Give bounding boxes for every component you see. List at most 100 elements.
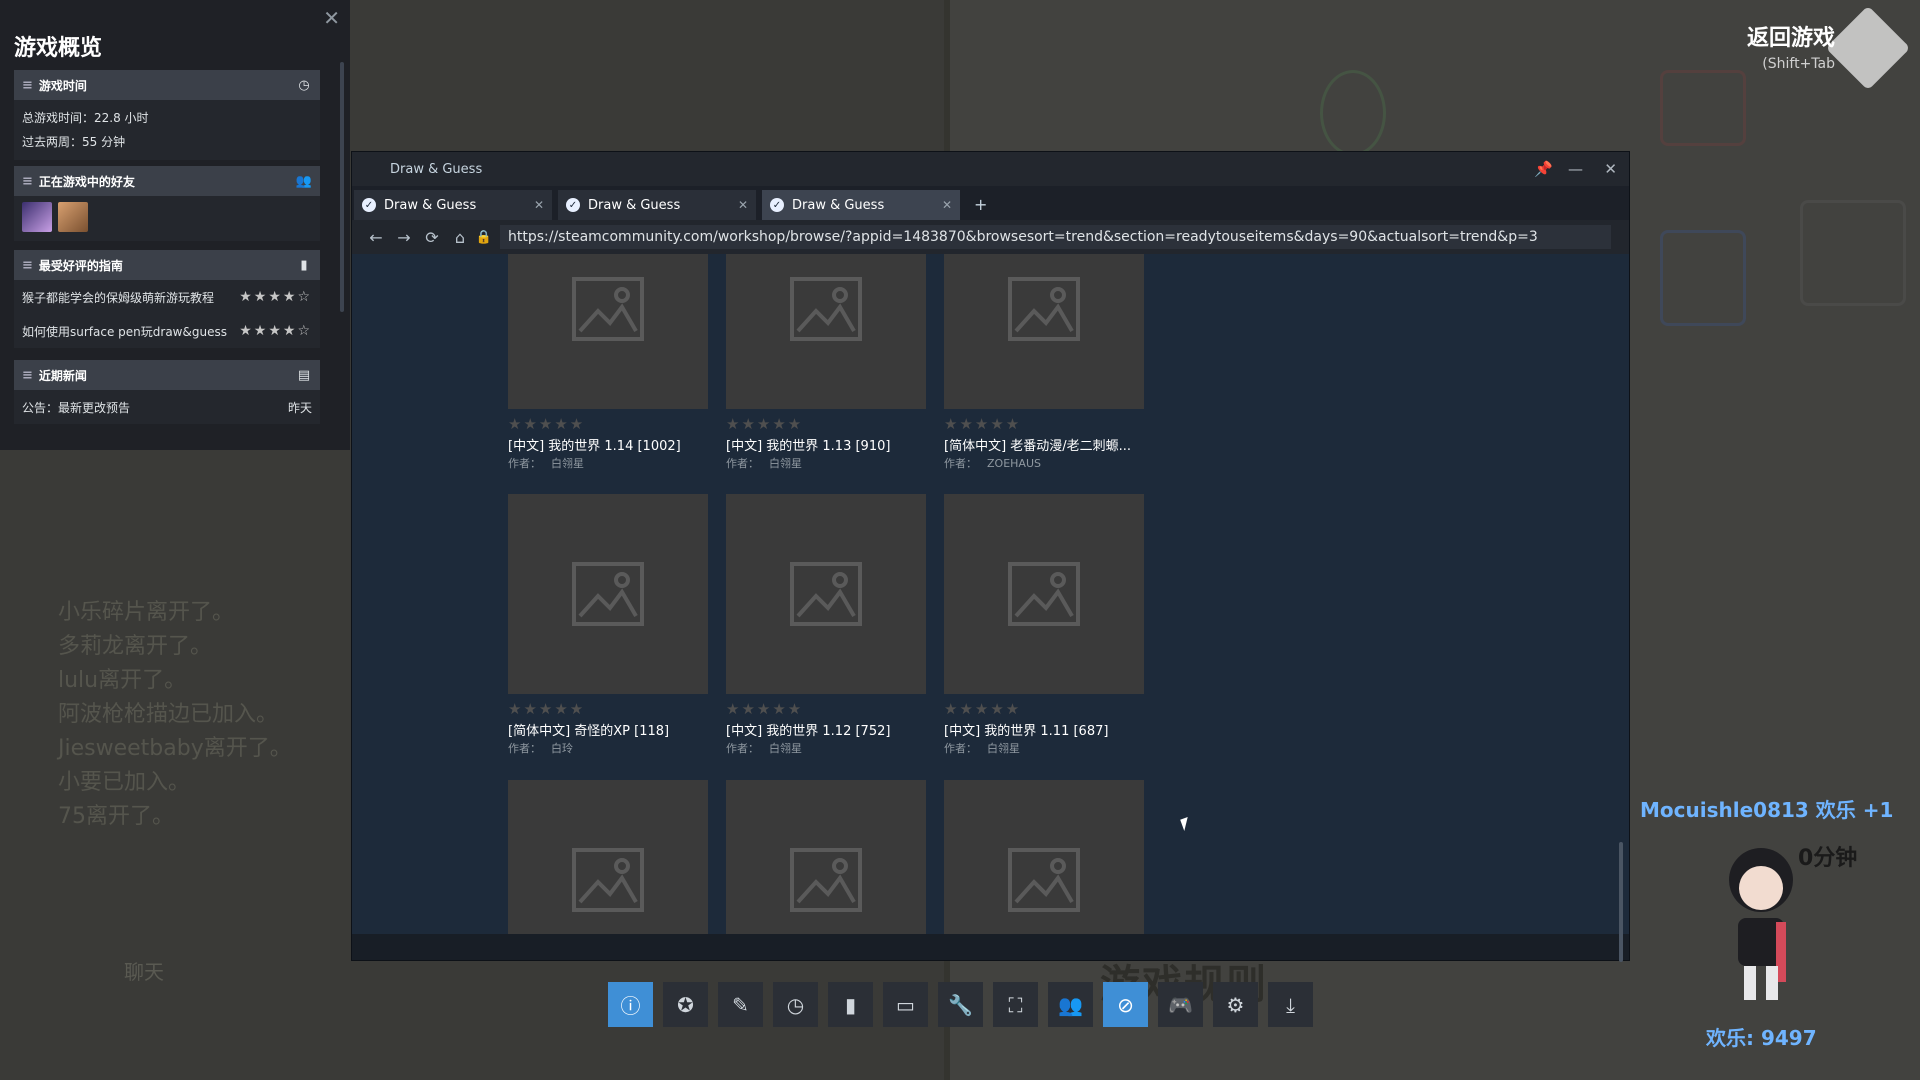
- window-title: Draw & Guess: [390, 161, 483, 177]
- item-author[interactable]: 作者： 白翎星: [726, 740, 926, 756]
- item-title[interactable]: [中文] 我的世界 1.11 [687]: [944, 720, 1144, 739]
- item-thumbnail[interactable]: [944, 494, 1144, 694]
- avatar[interactable]: [22, 202, 52, 232]
- item-title[interactable]: [中文] 我的世界 1.14 [1002]: [508, 435, 708, 454]
- guide-item[interactable]: 如何使用surface pen玩draw&guess ★★★★☆: [22, 314, 312, 348]
- item-title[interactable]: [简体中文] 老番动漫/老二刺螈...: [944, 435, 1144, 454]
- item-thumbnail[interactable]: [944, 254, 1144, 409]
- clock-icon[interactable]: ◷: [773, 982, 818, 1027]
- guides-header[interactable]: ≡ 最受好评的指南 ▮: [14, 250, 320, 280]
- guides-icon[interactable]: ▮: [828, 982, 873, 1027]
- playtime-header[interactable]: ≡ 游戏时间 ◷: [14, 70, 320, 100]
- item-author[interactable]: 作者： ZOEHAUS: [944, 455, 1144, 471]
- workshop-item[interactable]: ★★★★★ [中文] 我的世界 1.11 [687] 作者： 白翎星: [944, 494, 1144, 756]
- workshop-item[interactable]: ★★★★★ [简体中文] 老番动漫/老二刺螈... 作者： ZOEHAUS: [944, 254, 1144, 471]
- friends-icon: 👥: [295, 173, 313, 189]
- chat-line: 75离开了。: [58, 804, 174, 829]
- tab-close-icon[interactable]: ✕: [738, 198, 748, 212]
- news-header[interactable]: ≡ 近期新闻 ▤: [14, 360, 320, 390]
- content-scrollbar[interactable]: [1619, 842, 1623, 962]
- friends-icon[interactable]: 👥: [1048, 982, 1093, 1027]
- item-title[interactable]: [中文] 我的世界 1.13 [910]: [726, 435, 926, 454]
- back-icon[interactable]: ←: [362, 228, 390, 247]
- item-title[interactable]: [简体中文] 奇怪的XP [118]: [508, 720, 708, 739]
- chat-log: 小乐碎片离开了。 多莉龙离开了。 lulu离开了。 阿波枪枪描边已加入。 Jie…: [58, 596, 358, 834]
- workshop-item[interactable]: [508, 780, 708, 934]
- item-rating: ★★★★★: [508, 700, 586, 718]
- wrench-icon[interactable]: 🔧: [938, 982, 983, 1027]
- download-icon[interactable]: ⤓: [1268, 982, 1313, 1027]
- avatar[interactable]: [58, 202, 88, 232]
- browser-titlebar[interactable]: Draw & Guess 📌 — ✕: [352, 152, 1629, 186]
- guide-stars: ★★★★☆: [239, 323, 312, 339]
- tab-close-icon[interactable]: ✕: [942, 198, 952, 212]
- controller-icon[interactable]: 🎮: [1158, 982, 1203, 1027]
- tab-3[interactable]: ✓ Draw & Guess ✕: [762, 190, 960, 220]
- news-title: 公告：最新更改预告: [22, 400, 131, 415]
- item-thumbnail[interactable]: [508, 254, 708, 409]
- image-placeholder-icon: [1008, 848, 1080, 912]
- item-thumbnail[interactable]: [726, 494, 926, 694]
- lock-icon: 🔒: [475, 229, 493, 245]
- home-icon[interactable]: ⌂: [446, 228, 474, 247]
- workshop-item[interactable]: ★★★★★ [中文] 我的世界 1.12 [752] 作者： 白翎星: [726, 494, 926, 756]
- tab-2[interactable]: ✓ Draw & Guess ✕: [558, 190, 756, 220]
- item-thumbnail[interactable]: [726, 254, 926, 409]
- close-icon[interactable]: ✕: [1604, 160, 1617, 178]
- friends-header[interactable]: ≡ 正在游戏中的好友 👥: [14, 166, 320, 196]
- image-placeholder-icon: [790, 562, 862, 626]
- return-game-button[interactable]: 返回游戏 (Shift+Tab: [1747, 20, 1835, 72]
- workshop-content: ★★★★★ [中文] 我的世界 1.14 [1002] 作者： 白翎星 ★★★★★…: [352, 254, 1629, 934]
- item-author[interactable]: 作者： 白翎星: [726, 455, 926, 471]
- image-placeholder-icon: [572, 277, 644, 341]
- workshop-item[interactable]: [726, 780, 926, 934]
- return-game-label: 返回游戏: [1746, 26, 1835, 51]
- tab-label: Draw & Guess: [588, 197, 681, 213]
- clock-icon: ◷: [298, 77, 310, 93]
- screenshot-icon[interactable]: ⛶: [993, 982, 1038, 1027]
- info-icon[interactable]: ⓘ: [608, 982, 653, 1027]
- chat-icon[interactable]: ▭: [883, 982, 928, 1027]
- tab-bar: ✓ Draw & Guess ✕ ✓ Draw & Guess ✕ ✓ Draw…: [352, 186, 1629, 220]
- item-thumbnail[interactable]: [508, 494, 708, 694]
- item-thumbnail[interactable]: [508, 780, 708, 934]
- url-text: https://steamcommunity.com/workshop/brow…: [508, 229, 1538, 245]
- forward-icon[interactable]: →: [390, 228, 418, 247]
- url-field[interactable]: https://steamcommunity.com/workshop/brow…: [500, 225, 1611, 249]
- pin-icon[interactable]: 📌: [1534, 160, 1553, 178]
- guides-section: ≡ 最受好评的指南 ▮ 猴子都能学会的保姆级萌新游玩教程 ★★★★☆ 如何使用s…: [14, 250, 320, 348]
- close-icon[interactable]: ✕: [323, 6, 340, 30]
- workshop-item[interactable]: [944, 780, 1144, 934]
- minimize-icon[interactable]: —: [1568, 160, 1583, 178]
- tab-1[interactable]: ✓ Draw & Guess ✕: [354, 190, 552, 220]
- image-placeholder-icon: [1008, 562, 1080, 626]
- news-item[interactable]: 公告：最新更改预告 昨天: [22, 390, 312, 424]
- workshop-item[interactable]: ★★★★★ [中文] 我的世界 1.14 [1002] 作者： 白翎星: [508, 254, 708, 471]
- reload-icon[interactable]: ⟳: [418, 228, 446, 247]
- item-thumbnail[interactable]: [944, 780, 1144, 934]
- friends-section: ≡ 正在游戏中的好友 👥: [14, 166, 320, 241]
- item-rating: ★★★★★: [944, 415, 1022, 433]
- tab-close-icon[interactable]: ✕: [534, 198, 544, 212]
- item-thumbnail[interactable]: [726, 780, 926, 934]
- achievements-icon[interactable]: ✪: [663, 982, 708, 1027]
- nav-bar: ← → ⟳ ⌂ 🔒 https://steamcommunity.com/wor…: [352, 220, 1629, 254]
- workshop-item[interactable]: ★★★★★ [中文] 我的世界 1.13 [910] 作者： 白翎星: [726, 254, 926, 471]
- item-author[interactable]: 作者： 白翎星: [508, 455, 708, 471]
- item-title[interactable]: [中文] 我的世界 1.12 [752]: [726, 720, 926, 739]
- settings-icon[interactable]: ⚙: [1213, 982, 1258, 1027]
- chat-line: 多莉龙离开了。: [58, 634, 213, 659]
- item-author[interactable]: 作者： 白玲: [508, 740, 708, 756]
- notes-icon[interactable]: ✎: [718, 982, 763, 1027]
- guide-item[interactable]: 猴子都能学会的保姆级萌新游玩教程 ★★★★☆: [22, 280, 312, 314]
- item-author[interactable]: 作者： 白翎星: [944, 740, 1144, 756]
- menu-icon: ≡: [22, 257, 33, 273]
- new-tab-button[interactable]: +: [966, 195, 995, 220]
- game-overview-panel: ✕ 游戏概览 ≡ 游戏时间 ◷ 总游戏时间：22.8 小时 过去两周：55 分钟…: [0, 0, 350, 450]
- overview-title: 游戏概览: [14, 36, 103, 61]
- menu-icon: ≡: [22, 173, 33, 189]
- browser-icon[interactable]: ⊘: [1103, 982, 1148, 1027]
- chat-input-label[interactable]: 聊天: [124, 956, 164, 985]
- panel-scrollbar[interactable]: [340, 62, 344, 312]
- workshop-item[interactable]: ★★★★★ [简体中文] 奇怪的XP [118] 作者： 白玲: [508, 494, 708, 756]
